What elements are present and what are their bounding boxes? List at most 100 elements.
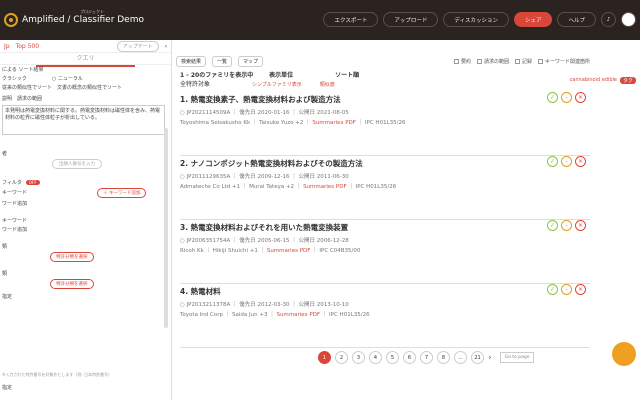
page-button[interactable]: 1 (318, 351, 331, 364)
bell-icon[interactable]: ♪ (601, 12, 616, 27)
kw-add-button[interactable]: ＋ キーワード追加 (97, 188, 147, 198)
all-target: 全特許対象 (180, 81, 211, 88)
summaries-link[interactable]: Summaries (267, 248, 298, 254)
discussion-button[interactable]: ディスカッション (443, 12, 509, 27)
result-id[interactable]: JP2013211378A (187, 302, 231, 308)
minus-icon[interactable]: – (561, 156, 572, 167)
sort-label: ソート順 (335, 72, 360, 79)
app: Amplified / Classifier Demo プロジェクト エクスポート… (0, 0, 640, 400)
check-icon[interactable]: ✓ (547, 156, 558, 167)
filter-toggle[interactable]: OFF (25, 180, 40, 185)
sort-classic[interactable]: クラシック (2, 76, 27, 82)
check-claims[interactable] (476, 58, 482, 64)
result-meta: ○ JP2013211378A ｜ 優先日 2012-03-30 ｜ 公開日 2… (180, 302, 349, 308)
avatar[interactable] (621, 12, 636, 27)
result-title[interactable]: 1. 熱電変換素子、熱電変換材料および製造方法 (180, 94, 590, 105)
result-id[interactable]: JP2021114509A (187, 110, 231, 116)
tab-top500[interactable]: Top 500 (16, 43, 39, 50)
table-row[interactable]: 1. 熱電変換素子、熱電変換材料および製造方法 ○ JP2021114509A … (180, 92, 590, 156)
result-inventor: Hikiji Shuichi +1 (212, 248, 258, 254)
tag-button[interactable]: タグ (619, 77, 636, 84)
result-title[interactable]: 3. 熱電変換材料およびそれを用いた熱電変換装置 (180, 222, 590, 233)
page-button[interactable]: 2 (335, 351, 348, 364)
check-summary-label: 要約 (460, 58, 471, 65)
pdf-link[interactable]: PDF (345, 120, 356, 126)
unit-dropdown[interactable]: シンプルファミリ表示 (252, 82, 302, 88)
page-button[interactable]: 8 (437, 351, 450, 364)
flag-icon[interactable]: × (575, 220, 586, 231)
table-row[interactable]: 3. 熱電変換材料およびそれを用いた熱電変換装置 ○ JP2006351754A… (180, 220, 590, 284)
minus-icon[interactable]: – (561, 284, 572, 295)
chat-fab[interactable] (612, 342, 636, 366)
tab-query[interactable]: クエリ (36, 53, 135, 67)
unit-label: 表示単位 (269, 72, 294, 79)
upload-button[interactable]: アップロード (383, 12, 439, 27)
view-list-button[interactable]: 一覧 (212, 55, 233, 67)
minus-icon[interactable]: – (561, 220, 572, 231)
table-row[interactable]: 2. ナノコンポジット熱電変換材料およびその製造方法 ○ JP201112963… (180, 156, 590, 220)
page-button[interactable]: ... (454, 351, 467, 364)
result-pub: 公開日 2006-12-28 (298, 238, 349, 244)
result-title[interactable]: 4. 熱電材料 (180, 286, 590, 297)
page-button[interactable]: 5 (386, 351, 399, 364)
query-textarea[interactable]: 本発明は熱電変換材料に関する。熱電変換材料は磁性体を含み、熱電材料の粒界に磁性体… (2, 105, 165, 135)
update-button[interactable]: アップデート (116, 40, 159, 52)
check-summary[interactable] (453, 58, 459, 64)
kw-add-link2[interactable]: ワード追加 (0, 225, 171, 234)
filter-dropdown[interactable]: 検索結果 (176, 55, 207, 67)
pdf-link[interactable]: PDF (336, 184, 347, 190)
check-keyword[interactable] (537, 58, 543, 64)
result-meta2: Toyota Ind Corp ｜ Saida Jun +3 ｜ Summari… (180, 312, 370, 318)
check-claims-label: 請求の範囲 (483, 58, 509, 65)
footnote: ※入力された特許番号を対象外とします（例: 日本特許番号） (2, 372, 112, 377)
page-button[interactable]: 3 (352, 351, 365, 364)
ipc-label: 類 (2, 271, 8, 277)
applicant-input[interactable]: 出願人番号を入力 (52, 159, 102, 169)
minus-icon[interactable]: – (561, 92, 572, 103)
field-claims[interactable]: 請求の範囲 (17, 96, 42, 102)
ipc-select-button[interactable]: 特許分類を選択 (50, 279, 94, 289)
cpc-select-button[interactable]: 特許分類を選択 (50, 252, 94, 262)
summaries-link[interactable]: Summaries (276, 312, 307, 318)
field-desc[interactable]: 説明 (2, 96, 12, 102)
tab-jp[interactable]: Jp (4, 43, 10, 50)
help-button[interactable]: ヘルプ (557, 12, 596, 27)
pagination: 1 2 3 4 5 6 7 8... 21 › Go to page (318, 351, 535, 364)
tag-link[interactable]: cannabinoid edible (570, 77, 617, 84)
summaries-link[interactable]: Summaries (303, 184, 334, 190)
result-ipc: IPC H01L35/26 (329, 312, 370, 318)
applicant-label: 者 (2, 151, 8, 157)
check-icon[interactable]: ✓ (547, 220, 558, 231)
check-icon[interactable]: ✓ (547, 284, 558, 295)
summaries-link[interactable]: Summaries (312, 120, 343, 126)
next-page-icon[interactable]: › (488, 353, 492, 363)
kw-label2: キーワード (2, 218, 28, 224)
sort-dropdown[interactable]: 類似度 (320, 82, 335, 88)
result-title[interactable]: 2. ナノコンポジット熱電変換材料およびその製造方法 (180, 158, 590, 169)
pdf-link[interactable]: PDF (300, 248, 311, 254)
page-button[interactable]: 6 (403, 351, 416, 364)
result-id[interactable]: JP2011129635A (187, 174, 231, 180)
check-record[interactable] (514, 58, 520, 64)
result-id[interactable]: JP2006351754A (187, 238, 231, 244)
page-button[interactable]: 7 (420, 351, 433, 364)
collapse-icon[interactable]: ‹ (165, 43, 167, 50)
sidebar-scrollbar[interactable] (164, 128, 168, 328)
table-row[interactable]: 4. 熱電材料 ○ JP2013211378A ｜ 優先日 2012-03-30… (180, 284, 590, 348)
pdf-link[interactable]: PDF (309, 312, 320, 318)
check-icon[interactable]: ✓ (547, 92, 558, 103)
export-button[interactable]: エクスポート (323, 12, 379, 27)
flag-icon[interactable]: × (575, 156, 586, 167)
view-map-button[interactable]: マップ (238, 55, 264, 67)
result-owner: Toyoshima Seisakusho Kk (180, 120, 251, 126)
page-button[interactable]: 4 (369, 351, 382, 364)
sort-neural-desc: 文書の概念の類似性でソート (57, 85, 123, 91)
flag-icon[interactable]: × (575, 284, 586, 295)
kw-add-link[interactable]: ワード追加 (0, 199, 171, 208)
share-button[interactable]: シェア (513, 12, 553, 27)
flag-icon[interactable]: × (575, 92, 586, 103)
page-button[interactable]: 21 (471, 351, 484, 364)
sort-neural[interactable]: ニューラル (58, 76, 83, 82)
goto-page-input[interactable]: Go to page (499, 352, 535, 363)
kw-label: キーワード (2, 190, 28, 196)
